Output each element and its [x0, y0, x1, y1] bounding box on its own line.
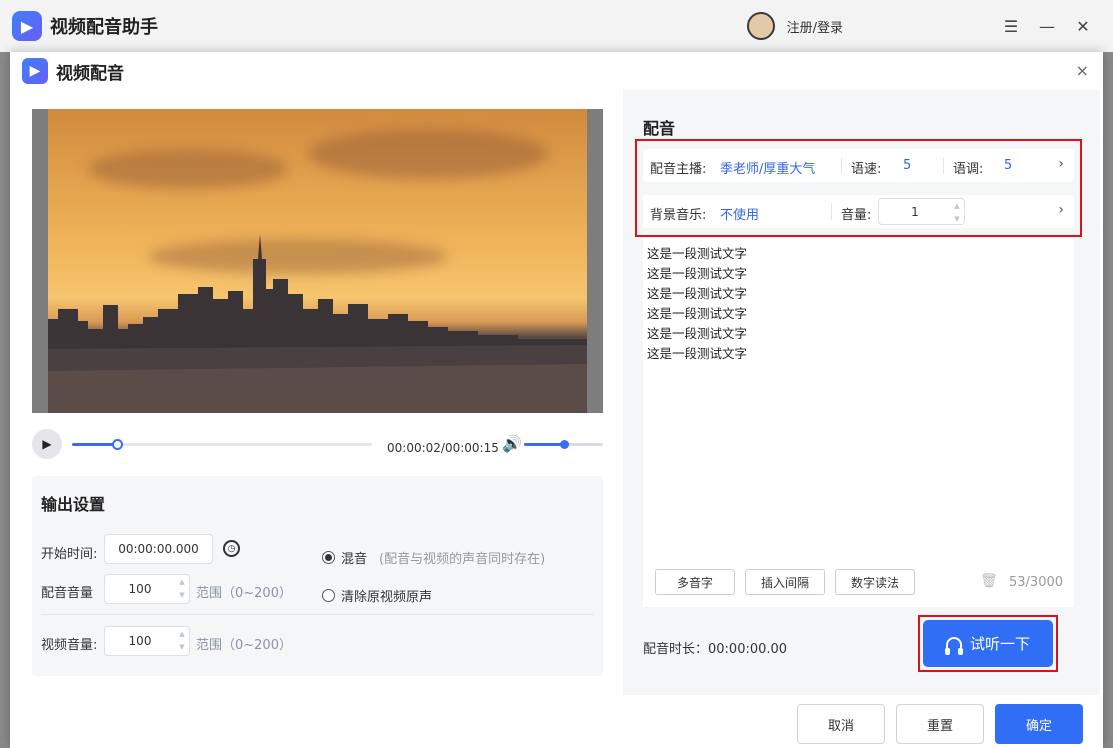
- minimize-icon[interactable]: —: [1029, 17, 1065, 36]
- dubbing-title: 配音: [643, 119, 676, 138]
- app-actions: 注册/登录 ☰ — ✕: [746, 12, 1101, 40]
- output-settings-title: 输出设置: [41, 495, 106, 514]
- editor-line: 这是一段测试文字: [647, 266, 748, 281]
- volume-icon[interactable]: 🔊: [502, 434, 522, 453]
- video-volume-range: 范围（0~200）: [196, 638, 292, 653]
- number-reading-button[interactable]: 数字读法: [835, 569, 915, 595]
- editor-line: 这是一段测试文字: [647, 326, 748, 341]
- output-settings-panel: 输出设置 开始时间: 00:00:00.000 ◷ 配音音量 100 ▲ ▼ 范围…: [32, 476, 603, 676]
- dialog-title: 视频配音: [56, 63, 124, 84]
- bgm-config-row[interactable]: 背景音乐: 不使用 音量: 1 ▲ ▼ ›: [643, 195, 1074, 228]
- divider: [41, 614, 594, 615]
- editor-line: 这是一段测试文字: [647, 346, 748, 361]
- city-skyline-image: [48, 234, 587, 413]
- reset-button[interactable]: 重置: [896, 704, 984, 744]
- app-brand: ▶ 视频配音助手: [12, 11, 158, 41]
- remove-original-label: 清除原视频原声: [341, 590, 433, 605]
- volume-fill: [524, 443, 564, 446]
- dialog-header: ▶ 视频配音: [10, 52, 1103, 90]
- editor-text[interactable]: 这是一段测试文字 这是一段测试文字 这是一段测试文字 这是一段测试文字 这是一段测试文字…: [647, 244, 747, 364]
- app-titlebar: ▶ 视频配音助手 注册/登录 ☰ — ✕: [0, 0, 1113, 52]
- char-count: 53/3000: [1009, 575, 1064, 590]
- chevron-right-icon[interactable]: ›: [1058, 202, 1064, 218]
- dubbing-text-editor[interactable]: 这是一段测试文字 这是一段测试文字 这是一段测试文字 这是一段测试文字 这是一段测试文字…: [643, 238, 1074, 607]
- stepper-arrows-icon[interactable]: ▲ ▼: [950, 199, 964, 227]
- clock-icon[interactable]: ◷: [223, 540, 240, 557]
- volume-slider[interactable]: [524, 440, 603, 449]
- bgm-value[interactable]: 不使用: [720, 204, 759, 223]
- dialog-close-icon[interactable]: ×: [1076, 61, 1089, 80]
- play-button[interactable]: ▶: [32, 429, 62, 459]
- anchor-label: 配音主播:: [650, 162, 707, 177]
- seek-bar[interactable]: [72, 439, 372, 450]
- bgm-volume-label: 音量:: [841, 208, 872, 223]
- video-volume-value: 100: [128, 634, 152, 648]
- app-logo-icon: ▶: [12, 11, 42, 41]
- bgm-label: 背景音乐:: [650, 208, 707, 223]
- mix-radio[interactable]: 混音 (配音与视频的声音同时存在): [322, 548, 545, 567]
- cancel-button[interactable]: 取消: [797, 704, 885, 744]
- dub-volume-value: 100: [128, 582, 152, 596]
- editor-line: 这是一段测试文字: [647, 246, 748, 261]
- close-window-icon[interactable]: ✕: [1065, 17, 1101, 36]
- time-readout: 00:00:02/00:00:15: [387, 441, 499, 455]
- dialog-logo-icon: ▶: [22, 58, 48, 84]
- seek-progress: [72, 443, 117, 446]
- avatar[interactable]: [746, 12, 775, 40]
- stepper-arrows-icon[interactable]: ▲ ▼: [175, 575, 189, 603]
- anchor-value[interactable]: 季老师/厚重大气: [720, 158, 815, 177]
- bgm-volume-value: 1: [911, 204, 919, 219]
- bgm-volume-stepper[interactable]: 1 ▲ ▼: [878, 198, 965, 225]
- video-preview[interactable]: [32, 109, 603, 413]
- listen-label: 试听一下: [969, 635, 1030, 653]
- stepper-arrows-icon[interactable]: ▲ ▼: [175, 627, 189, 655]
- dubbing-panel: 配音 配音主播: 季老师/厚重大气 语速: 5 语调: 5 › 背景音乐: 不使…: [623, 90, 1100, 695]
- speed-label: 语速:: [851, 162, 882, 177]
- radio-unselected-icon: [322, 589, 335, 602]
- video-volume-label: 视频音量:: [41, 638, 98, 653]
- dub-volume-label: 配音音量: [41, 586, 94, 601]
- seek-handle[interactable]: [112, 439, 123, 450]
- trash-icon[interactable]: 🗑: [980, 573, 998, 589]
- player-controls: ▶ 00:00:02/00:00:15 🔊: [32, 429, 603, 459]
- mix-hint: (配音与视频的声音同时存在): [379, 552, 546, 567]
- divider: [943, 157, 944, 174]
- polyphone-button[interactable]: 多音字: [655, 569, 735, 595]
- pitch-value[interactable]: 5: [1004, 158, 1012, 173]
- start-time-input[interactable]: 00:00:00.000: [104, 534, 213, 564]
- editor-line: 这是一段测试文字: [647, 286, 748, 301]
- menu-icon[interactable]: ☰: [993, 17, 1029, 36]
- dub-volume-range: 范围（0~200）: [196, 586, 292, 601]
- chevron-right-icon[interactable]: ›: [1058, 156, 1064, 172]
- editor-line: 这是一段测试文字: [647, 306, 748, 321]
- dubbing-duration: 配音时长：00:00:00.00: [643, 642, 788, 657]
- confirm-button[interactable]: 确定: [995, 704, 1083, 744]
- mix-label: 混音: [341, 552, 368, 567]
- remove-original-radio[interactable]: 清除原视频原声: [322, 586, 432, 605]
- start-time-label: 开始时间:: [41, 547, 98, 562]
- divider: [831, 203, 832, 220]
- login-link[interactable]: 注册/登录: [787, 17, 843, 36]
- voice-config-row[interactable]: 配音主播: 季老师/厚重大气 语速: 5 语调: 5 ›: [643, 149, 1074, 182]
- video-dubbing-dialog: ▶ 视频配音 × ▶ 00:00:02/00:00:15 🔊 输出设置 开始时间…: [10, 52, 1103, 748]
- listen-button[interactable]: 试听一下: [923, 620, 1053, 667]
- speed-value[interactable]: 5: [903, 158, 911, 173]
- dub-volume-stepper[interactable]: 100 ▲ ▼: [104, 574, 190, 604]
- headphones-icon: [944, 636, 963, 655]
- volume-handle[interactable]: [559, 440, 569, 449]
- video-volume-stepper[interactable]: 100 ▲ ▼: [104, 626, 190, 656]
- video-frame: [48, 109, 587, 413]
- radio-selected-icon: [322, 551, 335, 564]
- divider: [841, 157, 842, 174]
- insert-pause-button[interactable]: 插入间隔: [745, 569, 825, 595]
- app-title: 视频配音助手: [50, 17, 158, 38]
- pitch-label: 语调:: [953, 162, 984, 177]
